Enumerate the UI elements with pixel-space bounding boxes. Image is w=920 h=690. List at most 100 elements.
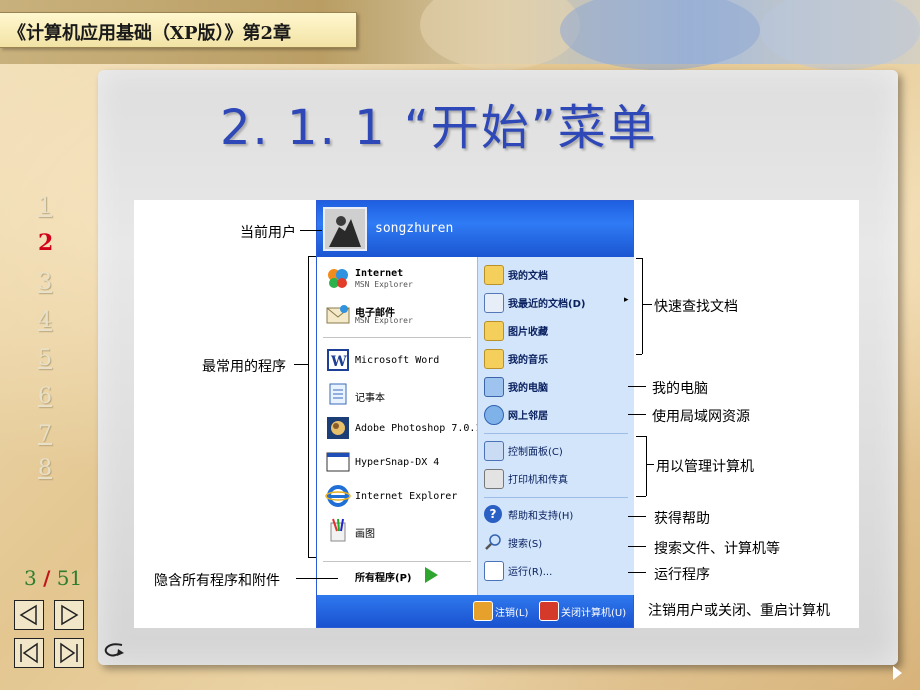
word-icon: W (327, 349, 349, 371)
leader-line (646, 464, 654, 465)
all-programs-button[interactable]: 所有程序(P) (355, 569, 411, 584)
menu-item-label: 运行(R)... (508, 567, 553, 578)
email-envelope-icon (326, 305, 350, 324)
divider (484, 497, 628, 498)
msn-butterfly-icon (328, 269, 348, 288)
menu-item-my-documents[interactable]: 我的文档 (484, 263, 632, 285)
next-triangle-icon (61, 604, 79, 626)
page-current: 3 (24, 566, 37, 590)
menu-item-label: 打印机和传真 (508, 475, 568, 486)
annotation-current-user: 当前用户 (240, 225, 296, 241)
menu-item-printers[interactable]: 打印机和传真 (484, 467, 632, 489)
menu-item-recent-docs[interactable]: 我最近的文档(D) ▸ (484, 291, 632, 313)
leader-line (296, 578, 338, 579)
menu-item-label: 搜索(S) (508, 539, 543, 550)
recent-item-paint[interactable]: 画图 (323, 515, 473, 547)
recent-item-word[interactable]: W Microsoft Word (323, 345, 473, 377)
chapter-link-8[interactable]: 8 (38, 456, 52, 481)
key-icon (473, 601, 493, 621)
pinned-item-internet[interactable]: Internet MSN Explorer (323, 263, 473, 295)
hypersnap-window-icon (326, 452, 350, 472)
leader-line (628, 516, 646, 517)
annotation-network: 使用局域网资源 (652, 409, 750, 425)
control-panel-icon (484, 441, 504, 461)
bracket-line (308, 256, 316, 257)
annotation-search: 搜索文件、计算机等 (654, 541, 780, 557)
search-magnifier-icon (485, 534, 501, 550)
bracket-line (642, 258, 643, 354)
menu-item-label: 我的音乐 (508, 355, 548, 366)
page-total: 51 (56, 566, 83, 590)
annotation-all-programs: 隐含所有程序和附件 (154, 573, 280, 589)
user-avatar[interactable] (323, 207, 367, 251)
pictures-folder-icon (484, 321, 504, 341)
internet-explorer-icon (325, 485, 351, 507)
bracket-line (308, 256, 309, 558)
menu-item-label: 我最近的文档(D) (508, 299, 586, 310)
recent-item-ie[interactable]: Internet Explorer (323, 481, 473, 513)
places-column: 我的文档 我最近的文档(D) ▸ 图片收藏 我的音乐 我的电脑 网上邻居 控制面… (477, 257, 634, 595)
menu-item-pictures[interactable]: 图片收藏 (484, 319, 632, 341)
divider (484, 433, 628, 434)
course-title-tab: 《计算机应用基础（XP版）》第2章 (0, 12, 357, 48)
user-name: songzhuren (375, 221, 454, 236)
annotation-quick-docs: 快速查找文档 (654, 299, 738, 315)
menu-item-label: 图片收藏 (508, 327, 548, 338)
leader-line (294, 364, 308, 365)
last-page-button[interactable] (54, 638, 84, 668)
return-icon[interactable] (100, 640, 128, 662)
pinned-subtitle: MSN Explorer (355, 316, 413, 325)
start-menu-header: songzhuren (317, 201, 633, 257)
divider (323, 561, 471, 562)
menu-item-run[interactable]: 运行(R)... (484, 559, 632, 581)
leader-line (642, 304, 652, 305)
program-label: Adobe Photoshop 7.0.1 (355, 423, 482, 434)
slide-heading: 2. 1. 1 “开始”菜单 (220, 100, 658, 156)
recent-item-photoshop[interactable]: Adobe Photoshop 7.0.1 (323, 413, 481, 445)
program-label: Internet Explorer (355, 491, 458, 502)
chapter-link-4[interactable]: 4 (38, 308, 52, 333)
annotation-my-computer: 我的电脑 (652, 381, 708, 397)
menu-item-label: 控制面板(C) (508, 447, 563, 458)
menu-item-search[interactable]: 搜索(S) (484, 531, 632, 553)
page-separator: / (43, 566, 51, 590)
menu-item-help[interactable]: ? 帮助和支持(H) (484, 503, 632, 525)
photoshop-icon (327, 417, 349, 439)
divider (323, 337, 471, 338)
chapter-link-3[interactable]: 3 (38, 270, 52, 295)
menu-item-network[interactable]: 网上邻居 (484, 403, 632, 425)
next-slide-arrow-icon[interactable] (893, 666, 902, 680)
green-arrow-icon[interactable] (423, 566, 439, 584)
first-page-icon (20, 642, 38, 664)
chapter-link-2-current[interactable]: 2 (38, 230, 53, 256)
annotation-run: 运行程序 (654, 567, 710, 583)
recent-item-hypersnap[interactable]: HyperSnap-DX 4 (323, 447, 473, 479)
recent-item-notepad[interactable]: 记事本 (323, 379, 473, 411)
chapter-link-1[interactable]: 1 (38, 194, 52, 219)
chess-figure-icon (325, 209, 365, 249)
chapter-link-7[interactable]: 7 (38, 422, 52, 447)
prev-page-button[interactable] (14, 600, 44, 630)
pinned-item-email[interactable]: 电子邮件 MSN Explorer (323, 299, 473, 331)
program-label: 画图 (355, 529, 375, 540)
menu-item-music[interactable]: 我的音乐 (484, 347, 632, 369)
printer-icon (484, 469, 504, 489)
bracket-line (636, 436, 646, 437)
chapter-link-5[interactable]: 5 (38, 346, 52, 371)
pinned-subtitle: MSN Explorer (355, 280, 413, 289)
run-icon (484, 561, 504, 581)
course-title: 《计算机应用基础（XP版）》第2章 (8, 23, 292, 44)
menu-item-label: 帮助和支持(H) (508, 511, 574, 522)
annotation-logoff: 注销用户或关闭、重启计算机 (648, 603, 830, 619)
menu-item-my-computer[interactable]: 我的电脑 (484, 375, 632, 397)
annotation-help: 获得帮助 (654, 511, 710, 527)
annotation-manage: 用以管理计算机 (656, 459, 754, 475)
first-page-button[interactable] (14, 638, 44, 668)
submenu-arrow-icon: ▸ (624, 295, 629, 305)
menu-item-control-panel[interactable]: 控制面板(C) (484, 439, 632, 461)
logoff-label: 注销(L) (495, 608, 529, 619)
annotation-frequent-programs: 最常用的程序 (202, 359, 286, 375)
chapter-link-6[interactable]: 6 (38, 384, 52, 409)
next-page-button[interactable] (54, 600, 84, 630)
pinned-title: Internet (355, 268, 404, 279)
